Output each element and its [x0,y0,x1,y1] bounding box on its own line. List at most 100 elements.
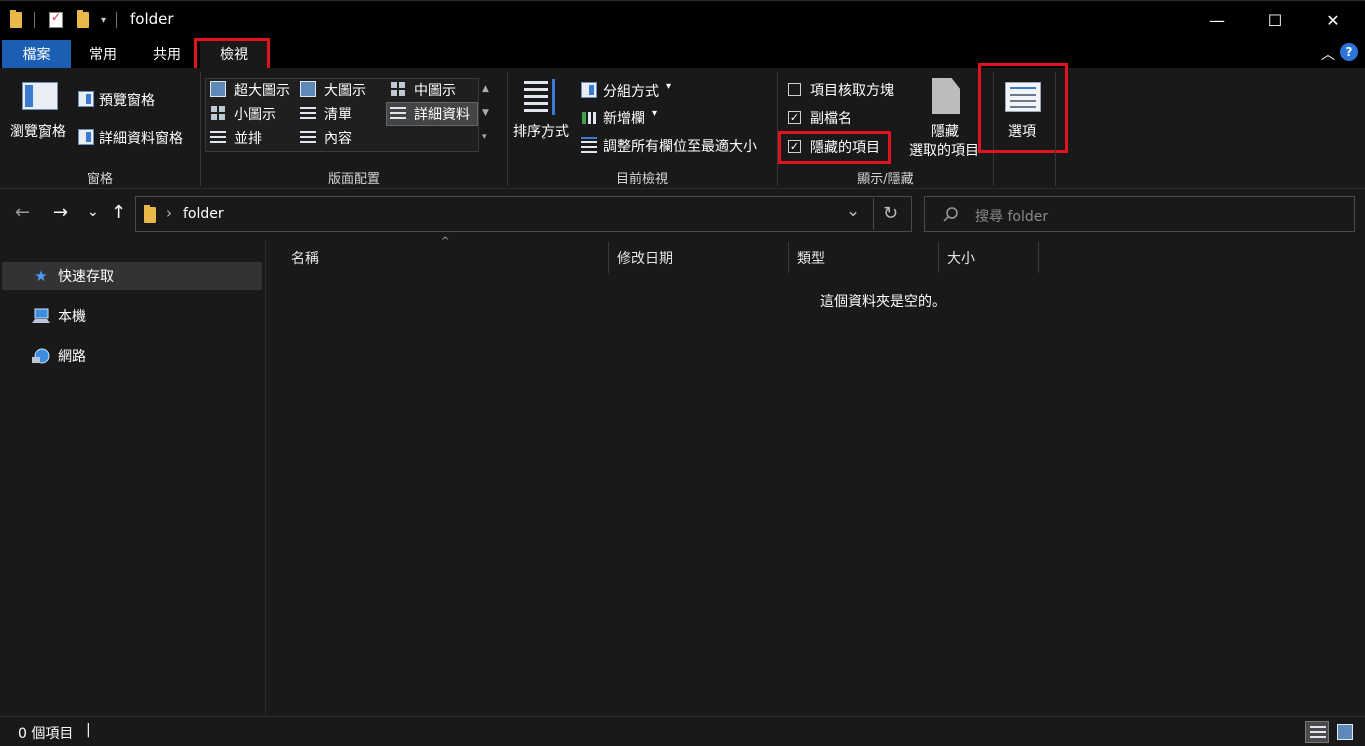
forward-button[interactable]: → [53,202,68,223]
window-title: folder [130,10,174,28]
column-header-name[interactable]: 名稱 [267,242,609,273]
tab-file[interactable]: 檔案 [2,40,71,68]
group-divider [1055,72,1056,186]
extra-large-icons-icon [210,81,226,97]
title-bar: ▾ folder — ☐ ✕ [0,0,1365,38]
options-button[interactable]: 選項 [1008,121,1036,141]
refresh-icon[interactable]: ↻ [883,203,898,224]
breadcrumb-separator[interactable]: › [166,204,172,222]
tab-share[interactable]: 共用 [138,40,196,68]
layout-small-icons[interactable]: 小圖示 [234,104,276,124]
gallery-scroll-down-icon[interactable]: ▼ [482,108,489,118]
tab-home[interactable]: 常用 [74,40,132,68]
hide-selected-label-line1[interactable]: 隱藏 [931,121,959,141]
minimize-button[interactable]: — [1194,1,1240,39]
column-header-type[interactable]: 類型 [789,242,939,273]
layout-tiles[interactable]: 並排 [234,128,262,148]
maximize-button[interactable]: ☐ [1252,1,1298,39]
list-icon [300,105,316,121]
gallery-scroll-up-icon[interactable]: ▲ [482,84,489,94]
recent-locations-button[interactable]: ⌄ [87,204,99,220]
file-extensions-checkbox[interactable]: ✓ [788,111,801,124]
sidebar-item-this-pc[interactable]: 本機 [2,302,262,330]
ribbon-view: 瀏覽窗格 ⌄ 預覽窗格 詳細資料窗格 窗格 超大圖示 大圖示 中圖示 小圖示 清… [0,63,1365,189]
address-bar[interactable]: › folder ⌄ ↻ [135,196,912,232]
search-placeholder: 搜尋 folder [975,209,1049,225]
small-icons-icon [210,105,226,121]
layout-medium-icons[interactable]: 中圖示 [414,80,456,100]
breadcrumb-folder[interactable]: folder [183,206,224,222]
back-button[interactable]: ← [15,202,30,223]
search-box[interactable]: 搜尋 folder [924,196,1355,232]
close-button[interactable]: ✕ [1310,1,1356,39]
add-columns-icon [581,109,597,125]
sidebar-item-label: 快速存取 [58,269,114,285]
chevron-down-icon: ⌄ [540,132,548,142]
group-divider [993,72,994,186]
group-label-show-hide: 顯示/隱藏 [857,172,914,187]
details-view-icon [1310,724,1326,740]
group-label-current-view: 目前檢視 [615,172,668,187]
hidden-items-checkbox[interactable]: ✓ [788,140,801,153]
preview-pane-button[interactable]: 預覽窗格 [99,90,155,110]
layout-details[interactable]: 詳細資料 [414,104,470,124]
details-pane-button[interactable]: 詳細資料窗格 [99,128,183,148]
new-folder-icon[interactable] [77,10,89,28]
gallery-expand-icon[interactable]: ▾ [482,132,487,142]
large-icons-view-icon [1337,724,1353,740]
hidden-items-label[interactable]: 隱藏的項目 [810,137,880,157]
tiles-icon [210,129,226,145]
file-extensions-label[interactable]: 副檔名 [810,108,852,128]
sidebar-item-label: 本機 [58,309,86,325]
quick-access-toolbar: ▾ [10,9,118,31]
folder-icon [144,205,156,223]
column-header-size[interactable]: 大小 [939,242,1039,273]
large-icons-icon [300,81,316,97]
computer-icon [32,308,50,324]
navigation-bar: ← → ⌄ ↑ › folder ⌄ ↻ 搜尋 folder [0,190,1365,240]
status-separator: | [86,722,91,738]
address-dropdown-icon[interactable]: ⌄ [846,201,860,221]
item-count: 0 個項目 [18,726,74,742]
layout-large-icons[interactable]: 大圖示 [324,80,366,100]
empty-folder-message: 這個資料夾是空的。 [820,294,946,310]
content-icon [300,129,316,145]
size-all-columns-button[interactable]: 調整所有欄位至最適大小 [603,136,757,156]
size-columns-icon [581,137,597,153]
layout-extra-large-icons[interactable]: 超大圖示 [234,80,290,100]
toolbar-separator [34,12,35,28]
preview-pane-icon [78,91,94,107]
help-icon[interactable]: ? [1340,43,1358,61]
column-header-date-modified[interactable]: 修改日期 [609,242,789,273]
ribbon-tabs: 檔案 常用 共用 檢視 ︿ ? [0,38,1365,72]
layout-list[interactable]: 清單 [324,104,352,124]
details-pane-icon [78,129,94,145]
file-list: ^ 名稱 修改日期 類型 大小 這個資料夾是空的。 [267,236,1365,716]
properties-icon[interactable] [49,10,63,28]
up-button[interactable]: ↑ [111,202,126,223]
medium-icons-icon [390,81,406,97]
chevron-down-icon: ⌄ [37,132,45,142]
layout-content[interactable]: 內容 [324,128,352,148]
item-check-boxes-label[interactable]: 項目核取方塊 [810,80,894,100]
item-check-boxes-checkbox[interactable] [788,83,801,96]
add-columns-button[interactable]: 新增欄 [603,108,645,128]
address-divider [873,198,874,230]
group-by-button[interactable]: 分組方式 [603,81,659,101]
chevron-down-icon: ▾ [652,108,658,119]
star-icon: ★ [34,267,48,285]
sort-by-icon [524,79,558,115]
navigation-pane-icon[interactable] [22,82,58,110]
hide-selected-label-line2[interactable]: 選取的項目 [909,140,979,160]
sidebar-item-network[interactable]: 網路 [2,342,262,370]
details-view-button[interactable] [1305,721,1329,743]
collapse-ribbon-icon[interactable]: ︿ [1321,44,1335,64]
sidebar-item-quick-access[interactable]: ★ 快速存取 [2,262,262,290]
status-bar: 0 個項目 | [0,716,1365,746]
large-icons-view-button[interactable] [1333,721,1357,743]
customize-toolbar-icon[interactable]: ▾ [101,15,106,26]
group-label-layout: 版面配置 [327,172,380,187]
navigation-pane: ★ 快速存取 本機 網路 [0,240,266,716]
chevron-down-icon: ▾ [666,81,672,92]
tab-view[interactable]: 檢視 [200,40,268,68]
